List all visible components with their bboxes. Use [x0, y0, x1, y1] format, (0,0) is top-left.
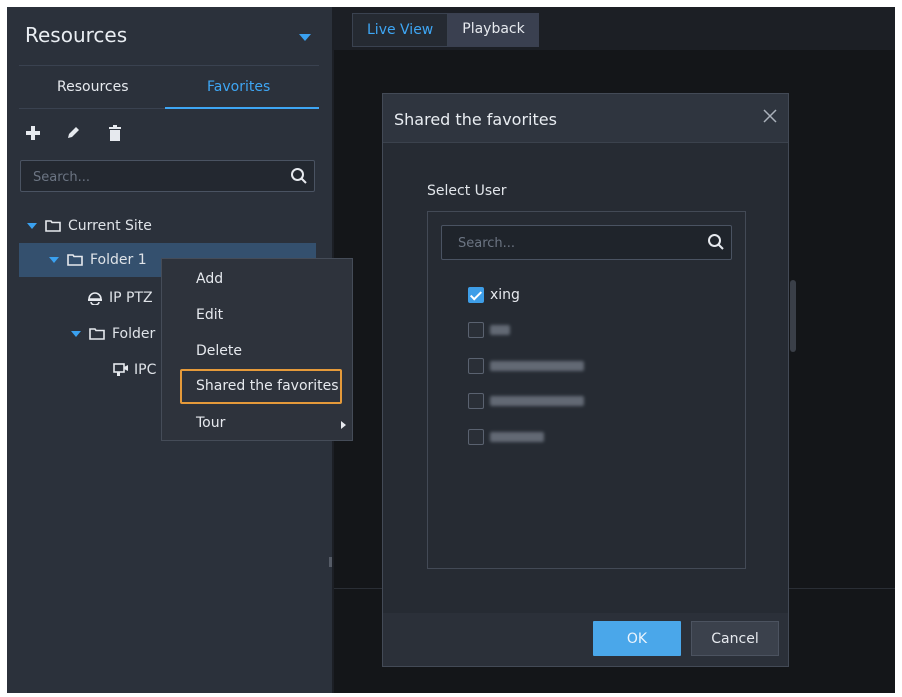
tree-item-label: IPC [134, 362, 157, 378]
trash-icon[interactable] [107, 125, 125, 143]
checkbox[interactable] [468, 358, 484, 374]
expand-caret-icon[interactable] [71, 331, 81, 337]
context-menu: Add Edit Delete Shared the favorites Tou… [161, 258, 353, 441]
tab-resources[interactable]: Resources [57, 79, 129, 95]
user-search-box [441, 225, 732, 261]
user-name: xing [490, 287, 520, 303]
tab-playback[interactable]: Playback [448, 13, 539, 47]
resource-search-input[interactable] [31, 161, 285, 193]
dialog-header: Shared the favorites [383, 94, 788, 143]
menu-item-tour[interactable]: Tour [162, 407, 352, 441]
user-item[interactable] [468, 356, 584, 376]
checkbox[interactable] [468, 287, 484, 303]
user-item[interactable]: xing [468, 285, 520, 305]
submenu-arrow-icon [341, 421, 346, 429]
menu-item-edit[interactable]: Edit [162, 299, 352, 333]
menu-item-label: Delete [196, 343, 242, 359]
expand-caret-icon[interactable] [27, 223, 37, 229]
user-search-input[interactable] [456, 226, 700, 261]
checkbox[interactable] [468, 393, 484, 409]
tree-item-label: Folder 1 [90, 252, 147, 268]
dialog-title: Shared the favorites [394, 110, 557, 129]
plus-icon[interactable] [25, 125, 43, 143]
panel-divider [19, 65, 319, 66]
view-tabs: Live View Playback [352, 13, 539, 47]
folder-icon [89, 328, 105, 340]
user-item[interactable] [468, 320, 510, 340]
menu-item-delete[interactable]: Delete [162, 335, 352, 369]
expand-caret-icon[interactable] [49, 257, 59, 263]
redacted-user-name [490, 325, 510, 335]
panel-collapse-caret-icon[interactable] [299, 34, 311, 41]
redacted-user-name [490, 432, 544, 442]
tree-item-ip-ptz[interactable]: IP PTZ [87, 285, 167, 311]
tree-item-label: Folder [112, 326, 156, 342]
share-favorites-dialog: Shared the favorites Select User xing OK… [382, 93, 789, 667]
ipc-camera-icon [113, 363, 128, 376]
tab-favorites[interactable]: Favorites [207, 79, 270, 95]
folder-icon [67, 254, 83, 266]
pencil-icon[interactable] [65, 125, 83, 143]
menu-item-label: Tour [196, 415, 226, 431]
checkbox[interactable] [468, 429, 484, 445]
ptz-camera-icon [88, 292, 102, 305]
tree-item-ipc[interactable]: IPC [113, 357, 167, 383]
menu-item-label: Add [196, 271, 224, 287]
select-user-label: Select User [427, 183, 507, 199]
scrollbar[interactable] [790, 280, 796, 352]
resource-search-box [20, 160, 315, 193]
tree-item-label: Current Site [68, 218, 152, 234]
menu-item-add[interactable]: Add [162, 263, 352, 297]
user-list-box [427, 211, 746, 569]
tab-live-view[interactable]: Live View [352, 13, 449, 47]
search-icon[interactable] [290, 167, 308, 189]
redacted-user-name [490, 396, 584, 406]
user-item[interactable] [468, 427, 544, 447]
close-icon[interactable] [762, 108, 778, 124]
ok-button[interactable]: OK [593, 621, 681, 656]
active-tab-indicator [165, 107, 319, 109]
tree-item-current-site[interactable]: Current Site [27, 213, 317, 239]
tree-item-folder[interactable]: Folder [71, 321, 167, 347]
menu-item-label: Edit [196, 307, 224, 323]
panel-splitter-handle[interactable] [329, 557, 332, 567]
search-icon[interactable] [707, 233, 725, 255]
checkbox[interactable] [468, 322, 484, 338]
user-item[interactable] [468, 391, 584, 411]
tree-item-label: IP PTZ [109, 290, 153, 306]
panel-title: Resources [25, 23, 128, 47]
redacted-user-name [490, 361, 584, 371]
folder-icon [45, 220, 61, 232]
cancel-button[interactable]: Cancel [691, 621, 779, 656]
panel-header: Resources [7, 7, 332, 65]
highlight-box [180, 369, 342, 404]
